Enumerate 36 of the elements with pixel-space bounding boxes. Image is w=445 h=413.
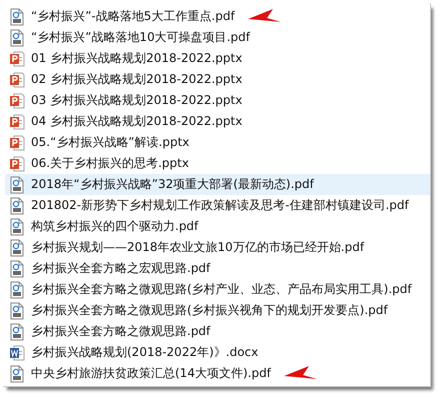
slides-file-icon [9, 154, 25, 172]
file-item[interactable]: 2018年“乡村振兴战略”32项重大部署(最新动态).pdf [5, 174, 430, 195]
file-item[interactable]: 乡村振兴全套方略之宏观思路.pdf [5, 258, 430, 279]
slides-file-icon [9, 112, 25, 130]
pdf-file-icon [9, 28, 25, 46]
file-item[interactable]: 中央乡村旅游扶贫政策汇总(14大项文件).pdf [5, 363, 430, 384]
pdf-file-icon [9, 196, 25, 214]
file-item[interactable]: 03 乡村振兴战略规划2018-2022.pptx [5, 90, 430, 111]
slides-file-icon [9, 70, 25, 88]
slides-file-icon [9, 50, 25, 68]
file-item[interactable]: “乡村振兴”战略落地10大可操盘项目.pdf [5, 27, 430, 48]
file-item[interactable]: “乡村振兴”-战略落地5大工作重点.pdf [5, 6, 430, 27]
file-item[interactable]: 05.“乡村振兴战略”解读.pptx [5, 132, 430, 153]
file-item[interactable]: 乡村振兴全套方略之微观思路.pdf [5, 321, 430, 342]
pdf-file-icon [9, 364, 25, 382]
pdf-file-icon [9, 302, 25, 320]
pdf-file-icon [9, 280, 25, 298]
file-item[interactable]: 乡村振兴全套方略之微观思路(乡村振兴视角下的规划开发要点).pdf [5, 300, 430, 321]
file-item[interactable]: 04 乡村振兴战略规划2018-2022.pptx [5, 111, 430, 132]
file-item[interactable]: 02 乡村振兴战略规划2018-2022.pptx [5, 69, 430, 90]
pdf-file-icon [9, 238, 25, 256]
file-item[interactable]: 构筑乡村振兴的四个驱动力.pdf [5, 216, 430, 237]
file-item[interactable]: 乡村振兴规划——2018年农业文旅10万亿的市场已经开始.pdf [5, 237, 430, 258]
pdf-file-icon [9, 218, 25, 236]
file-item[interactable]: 乡村振兴战略规划(2018-2022年)》.docx [5, 342, 430, 363]
file-item[interactable]: 06.关于乡村振兴的思考.pptx [5, 153, 430, 174]
pdf-file-icon [9, 260, 25, 278]
file-item[interactable]: 01 乡村振兴战略规划2018-2022.pptx [5, 48, 430, 69]
file-item[interactable]: 201802-新形势下乡村规划工作政策解读及思考-住建部村镇建设司.pdf [5, 195, 430, 216]
file-item[interactable]: 乡村振兴全套方略之微观思路(乡村产业、业态、产品布局实用工具).pdf [5, 279, 430, 300]
pdf-file-icon [9, 322, 25, 340]
slides-file-icon [9, 134, 25, 152]
pdf-file-icon [9, 8, 25, 26]
document-file-icon [9, 344, 25, 362]
slides-file-icon [9, 92, 25, 110]
pdf-file-icon [9, 176, 25, 194]
